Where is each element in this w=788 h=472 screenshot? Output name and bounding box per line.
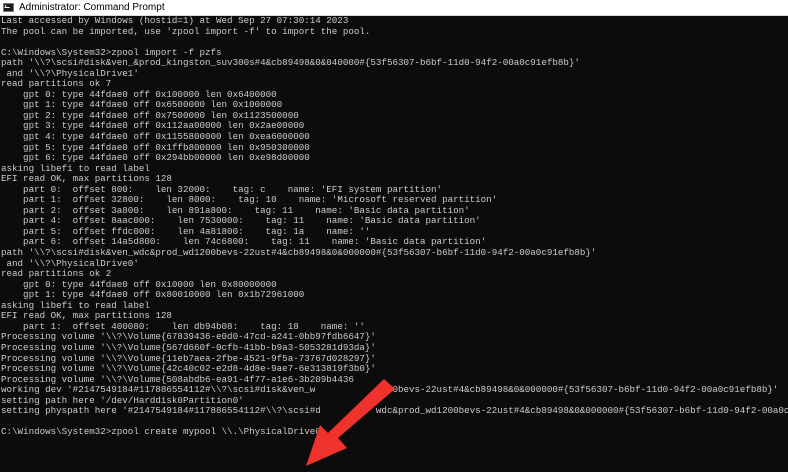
console-line: gpt 2: type 44fdae0 off 0x7500000 len 0x… (1, 110, 299, 121)
console-line: C:\Windows\System32>zpool import -f pzfs (1, 47, 222, 58)
console-line: Processing volume '\\?\Volume{567d660f-0… (1, 342, 376, 353)
console-line: The pool can be imported, use 'zpool imp… (1, 26, 371, 37)
console-line: path '\\?\scsi#disk&ven_&prod_kingston_s… (1, 58, 580, 69)
command-prompt-line[interactable]: C:\Windows\System32>zpool create mypool … (1, 427, 788, 438)
window-title: Administrator: Command Prompt (19, 2, 165, 13)
console-line: and '\\?\PhysicalDrive1' (1, 68, 139, 79)
console-line: part 1: offset 32800: len 8000: tag: 10 … (1, 195, 498, 206)
console-line: part 5: offset ffdc000: len 4a81800: tag… (1, 226, 371, 237)
console-line: part 6: offset 14a5d800: len 74c6800: ta… (1, 237, 487, 248)
console-line: asking libefi to read label (1, 163, 150, 174)
console-line: EFI read OK, max partitions 128 (1, 174, 172, 185)
console-line: path '\\?\scsi#disk&ven_wdc&prod_wd1200b… (1, 248, 597, 259)
console-line: Last accessed by Windows (hostid=1) at W… (1, 16, 349, 26)
console-line: and '\\?\PhysicalDrive0' (1, 258, 139, 269)
console-line: part 1: offset 400080: len db94b08: tag:… (1, 321, 365, 332)
console-line: gpt 0: type 44fdae0 off 0x10000 len 0x80… (1, 279, 277, 290)
console-line: gpt 1: type 44fdae0 off 0x80010000 len 0… (1, 290, 305, 301)
console-line: read partitions ok 2 (1, 269, 112, 280)
console-line: part 0: offset 800: len 32000: tag: c na… (1, 184, 443, 195)
cmd-icon (3, 3, 14, 12)
console-line: gpt 0: type 44fdae0 off 0x100000 len 0x6… (1, 89, 277, 100)
console-line: part 2: offset 3a800: len 891a800: tag: … (1, 205, 470, 216)
console-line: part 4: offset 8aac000: len 7530000: tag… (1, 216, 481, 227)
console-line: gpt 4: type 44fdae0 off 0x1155800000 len… (1, 132, 310, 143)
console-line: Processing volume '\\?\Volume{508abdb6-e… (1, 374, 354, 385)
console-line: EFI read OK, max partitions 128 (1, 311, 172, 322)
console-line: read partitions ok 7 (1, 79, 112, 90)
console-line: gpt 3: type 44fdae0 off 0x112aa00000 len… (1, 121, 305, 132)
console-line: setting physpath here '#2147549184#11788… (1, 406, 788, 417)
console-line: Processing volume '\\?\Volume{67839436-e… (1, 332, 376, 343)
title-bar[interactable]: Administrator: Command Prompt (0, 0, 788, 16)
console-line: Processing volume '\\?\Volume{11eb7aea-2… (1, 353, 376, 364)
prompt-command-text: C:\Windows\System32>zpool create mypool … (1, 427, 321, 438)
console-line: working dev '#2147549184#117886554112#\\… (1, 385, 779, 396)
text-cursor (320, 432, 326, 435)
console-line: Processing volume '\\?\Volume{42c40c02-e… (1, 364, 376, 375)
console-line: gpt 6: type 44fdae0 off 0x294bb00000 len… (1, 153, 310, 164)
console-line: gpt 5: type 44fdae0 off 0x1ffb800000 len… (1, 142, 310, 153)
console-line: gpt 1: type 44fdae0 off 0x6500000 len 0x… (1, 100, 283, 111)
console-line: setting path here '/dev/Harddisk0Partiti… (1, 395, 244, 406)
console-output[interactable]: Last accessed by Windows (hostid=1) at W… (0, 16, 788, 472)
command-prompt-window: Administrator: Command Prompt Last acces… (0, 0, 788, 472)
console-line: asking libefi to read label (1, 300, 150, 311)
